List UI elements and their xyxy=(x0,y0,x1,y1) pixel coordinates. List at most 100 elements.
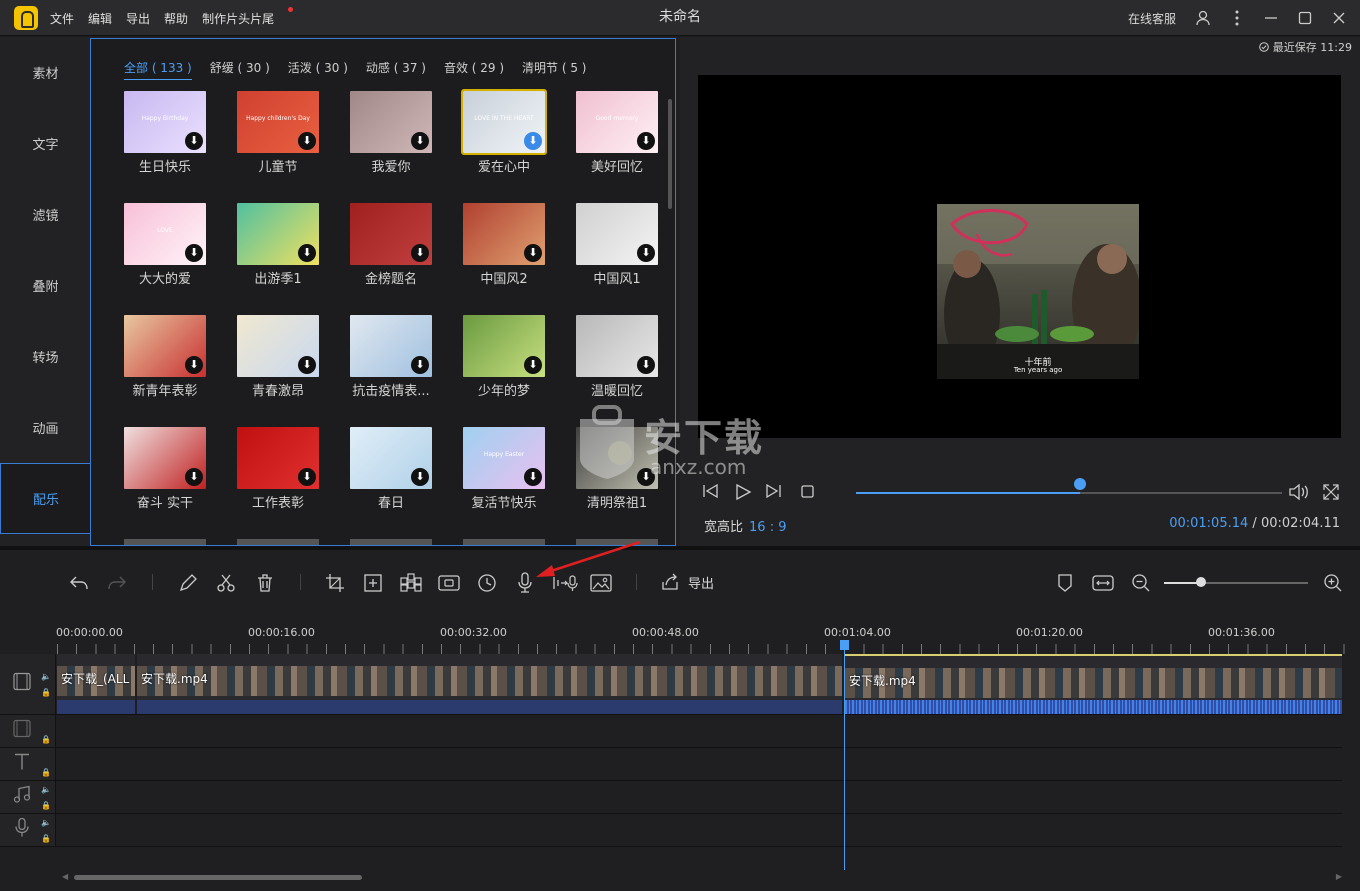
music-item[interactable]: LOVE IN THE HEART ⬇ 爱在心中 xyxy=(461,89,547,175)
sidebar-item-text[interactable]: 文字 xyxy=(0,108,91,179)
lock-icon[interactable]: 🔒 xyxy=(41,688,51,697)
mute-icon[interactable]: 🔈 xyxy=(41,785,51,794)
download-icon[interactable]: ⬇ xyxy=(524,132,542,150)
timeline-clip[interactable]: 安下载.mp4 xyxy=(137,654,842,714)
close-icon[interactable] xyxy=(1326,5,1352,31)
download-icon[interactable]: ⬇ xyxy=(298,356,316,374)
sidebar-item-music[interactable]: 配乐 xyxy=(0,463,91,534)
download-icon[interactable]: ⬇ xyxy=(411,356,429,374)
music-item[interactable]: Happy children's Day ⬇ 儿童节 xyxy=(237,91,319,175)
menu-make-intro-outro[interactable]: 制作片头片尾 xyxy=(202,6,294,27)
mosaic-icon[interactable] xyxy=(400,572,422,594)
music-item[interactable]: ⬇ 中国风2 xyxy=(463,203,545,287)
music-item[interactable]: ⬇ 奋斗 实干 xyxy=(124,427,206,511)
music-item[interactable]: ⬇ 我爱你 xyxy=(350,91,432,175)
music-item[interactable]: Happy Easter ⬇ 复活节快乐 xyxy=(463,427,545,511)
more-icon[interactable] xyxy=(1224,5,1250,31)
crop-icon[interactable] xyxy=(324,572,346,594)
redo-icon[interactable] xyxy=(106,572,128,594)
timeline-scroll-thumb[interactable] xyxy=(74,875,362,880)
sidebar-item-transition[interactable]: 转场 xyxy=(0,321,91,392)
download-icon[interactable]: ⬇ xyxy=(524,244,542,262)
preview-screen[interactable]: 十年前 Ten years ago xyxy=(698,75,1341,438)
timeline-zoom-handle[interactable] xyxy=(1196,577,1207,587)
download-icon[interactable]: ⬇ xyxy=(298,132,316,150)
music-item[interactable]: Happy Birthday ⬇ 生日快乐 xyxy=(124,91,206,175)
tab-all[interactable]: 全部 ( 133 ) xyxy=(124,59,192,80)
timeline-ruler[interactable]: 00:00:00.00 00:00:16.00 00:00:32.00 00:0… xyxy=(0,614,1360,654)
voice-change-icon[interactable] xyxy=(552,572,580,594)
download-icon[interactable]: ⬇ xyxy=(298,468,316,486)
music-thumbnail-partial[interactable] xyxy=(124,539,206,545)
download-icon[interactable]: ⬇ xyxy=(411,468,429,486)
music-thumbnail-partial[interactable] xyxy=(576,539,658,545)
zoom-out-icon[interactable] xyxy=(1130,572,1152,594)
mute-icon[interactable]: 🔈 xyxy=(41,672,51,681)
music-thumbnail[interactable]: ⬇ xyxy=(124,427,206,489)
maximize-icon[interactable] xyxy=(1292,5,1318,31)
cut-icon[interactable] xyxy=(215,572,237,594)
timeline-playhead[interactable] xyxy=(840,640,849,870)
music-thumbnail-partial[interactable] xyxy=(463,539,545,545)
music-thumbnail[interactable]: ⬇ xyxy=(237,315,319,377)
music-thumbnail[interactable]: ⬇ xyxy=(463,315,545,377)
download-icon[interactable]: ⬇ xyxy=(637,356,655,374)
edit-pencil-icon[interactable] xyxy=(177,572,199,594)
download-icon[interactable]: ⬇ xyxy=(185,132,203,150)
music-item[interactable]: ⬇ 中国风1 xyxy=(576,203,658,287)
music-thumbnail[interactable]: ⬇ xyxy=(124,315,206,377)
undo-icon[interactable] xyxy=(68,572,90,594)
menu-help[interactable]: 帮助 xyxy=(164,10,188,27)
user-icon[interactable] xyxy=(1190,5,1216,31)
sidebar-item-overlay[interactable]: 叠附 xyxy=(0,250,91,321)
fit-timeline-icon[interactable] xyxy=(1092,572,1114,594)
music-thumbnail[interactable]: LOVE ⬇ xyxy=(124,203,206,265)
zoom-in-icon[interactable] xyxy=(1322,572,1344,594)
download-icon[interactable]: ⬇ xyxy=(524,468,542,486)
download-icon[interactable]: ⬇ xyxy=(185,244,203,262)
music-thumbnail[interactable]: ⬇ xyxy=(237,203,319,265)
download-icon[interactable]: ⬇ xyxy=(411,244,429,262)
music-item[interactable]: ⬇ 抗击疫情表... xyxy=(350,315,432,399)
duration-clock-icon[interactable] xyxy=(476,572,498,594)
music-item[interactable]: ⬇ 金榜题名 xyxy=(350,203,432,287)
lock-icon[interactable]: 🔒 xyxy=(41,735,51,744)
menu-edit[interactable]: 编辑 xyxy=(88,10,112,27)
library-scrollbar[interactable] xyxy=(668,99,672,209)
timeline-clip[interactable]: 安下载_(ALL xyxy=(57,654,135,714)
download-icon[interactable]: ⬇ xyxy=(411,132,429,150)
sidebar-item-filter[interactable]: 滤镜 xyxy=(0,179,91,250)
download-icon[interactable]: ⬇ xyxy=(298,244,316,262)
menu-file[interactable]: 文件 xyxy=(50,10,74,27)
lock-icon[interactable]: 🔒 xyxy=(41,834,51,843)
music-thumbnail[interactable]: LOVE IN THE HEART ⬇ xyxy=(461,89,547,155)
music-item[interactable]: ⬇ 春日 xyxy=(350,427,432,511)
next-frame-icon[interactable] xyxy=(764,483,782,503)
music-thumbnail[interactable]: ⬇ xyxy=(576,315,658,377)
download-icon[interactable]: ⬇ xyxy=(637,244,655,262)
volume-icon[interactable] xyxy=(1288,483,1310,505)
marker-icon[interactable] xyxy=(1054,572,1076,594)
minimize-icon[interactable] xyxy=(1258,5,1284,31)
music-item[interactable]: LOVE ⬇ 大大的爱 xyxy=(124,203,206,287)
microphone-record-icon[interactable] xyxy=(514,572,536,594)
music-thumbnail[interactable]: Good memory ⬇ xyxy=(576,91,658,153)
download-icon[interactable]: ⬇ xyxy=(185,468,203,486)
music-thumbnail[interactable]: ⬇ xyxy=(576,203,658,265)
music-item[interactable]: ⬇ 出游季1 xyxy=(237,203,319,287)
mute-icon[interactable]: 🔈 xyxy=(41,818,51,827)
timeline-scrollbar[interactable]: ◀ ▶ xyxy=(62,872,1342,882)
sidebar-item-animation[interactable]: 动画 xyxy=(0,392,91,463)
music-thumbnail[interactable]: Happy children's Day ⬇ xyxy=(237,91,319,153)
music-item[interactable]: ⬇ 青春激昂 xyxy=(237,315,319,399)
play-icon[interactable] xyxy=(734,483,752,505)
lock-icon[interactable]: 🔒 xyxy=(41,801,51,810)
delete-icon[interactable] xyxy=(254,572,276,594)
music-thumbnail-partial[interactable] xyxy=(350,539,432,545)
zoom-frame-icon[interactable] xyxy=(362,572,384,594)
tab-lively[interactable]: 活泼 ( 30 ) xyxy=(288,59,348,80)
music-thumbnail[interactable]: ⬇ xyxy=(350,203,432,265)
music-thumbnail[interactable]: Happy Birthday ⬇ xyxy=(124,91,206,153)
online-service-link[interactable]: 在线客服 xyxy=(1128,10,1176,27)
music-item[interactable]: Good memory ⬇ 美好回忆 xyxy=(576,91,658,175)
